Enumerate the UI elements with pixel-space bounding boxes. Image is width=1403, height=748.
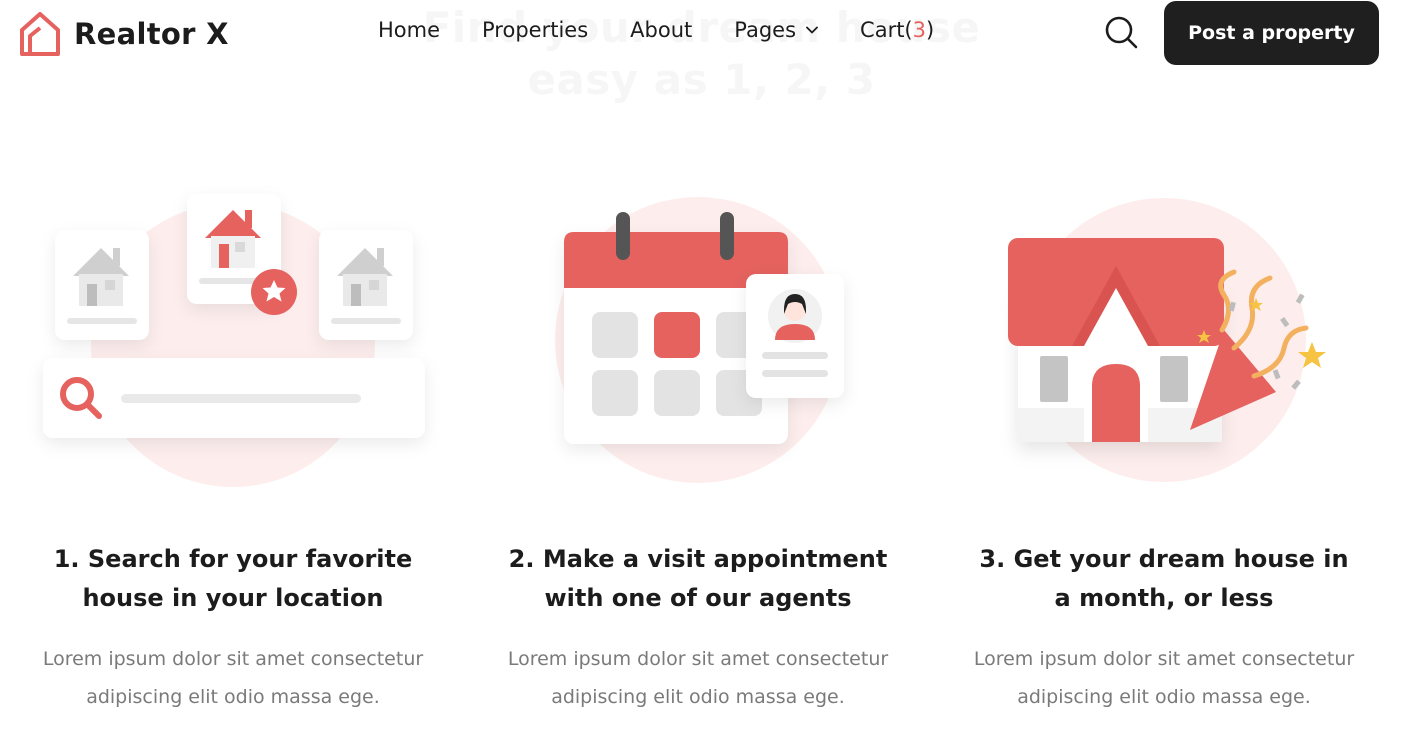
chevron-down-icon: [806, 26, 818, 34]
step-2-description: Lorem ipsum dolor sit amet consectetur a…: [507, 648, 889, 708]
cart-count-badge: 3: [912, 18, 926, 42]
cart-label: Cart(: [860, 18, 913, 42]
nav-about[interactable]: About: [630, 18, 692, 42]
navbar: Realtor X Home Properties About Pages Ca…: [0, 0, 1403, 68]
calendar-appointment-illustration: [555, 197, 844, 483]
search-button[interactable]: [1103, 14, 1139, 50]
step-3-description: Lorem ipsum dolor sit amet consectetur a…: [973, 648, 1355, 708]
step-3-title: 3. Get your dream house in a month, or l…: [979, 545, 1349, 612]
step-1-description: Lorem ipsum dolor sit amet consectetur a…: [42, 648, 424, 708]
nav-cart[interactable]: Cart(3): [860, 18, 934, 42]
post-property-button[interactable]: Post a property: [1164, 1, 1379, 65]
nav-home[interactable]: Home: [378, 18, 440, 42]
step-1-title: 1. Search for your favorite house in you…: [53, 545, 413, 612]
search-icon: [1105, 16, 1138, 49]
nav-pages-dropdown[interactable]: Pages: [734, 18, 818, 42]
main-nav: Home Properties About Pages Cart(3): [378, 18, 934, 42]
nav-properties[interactable]: Properties: [482, 18, 588, 42]
cart-label-close: ): [926, 18, 935, 42]
search-house-illustration: [43, 194, 425, 487]
brand-name: Realtor X: [74, 17, 229, 51]
dream-house-celebration-illustration: [1008, 198, 1326, 482]
nav-pages-label: Pages: [734, 18, 797, 42]
step-2-title: 2. Make a visit appointment with one of …: [508, 545, 888, 612]
house-outline-icon: [20, 12, 60, 56]
brand-logo[interactable]: Realtor X: [18, 10, 229, 58]
